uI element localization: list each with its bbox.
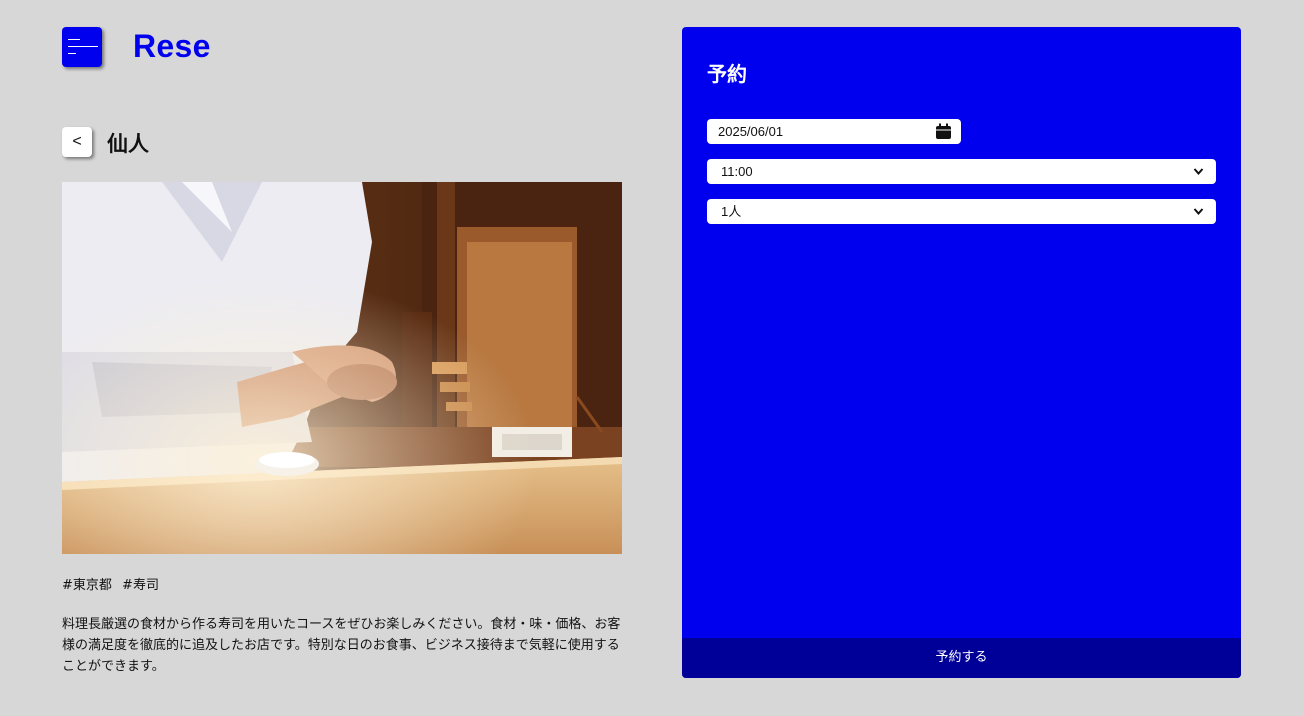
calendar-icon[interactable]	[935, 123, 952, 140]
tag-area[interactable]: #東京都	[62, 578, 112, 593]
shop-name: 仙人	[107, 132, 149, 156]
reserve-button[interactable]: 予約する	[682, 638, 1241, 678]
number-value: 1人	[721, 204, 742, 219]
shop-image	[62, 182, 622, 554]
reservation-title: 予約	[707, 62, 747, 86]
date-input[interactable]: 2025/06/01	[707, 119, 961, 144]
number-select[interactable]: 1人	[707, 199, 1216, 224]
time-value: 11:00	[721, 164, 753, 179]
tag-genre[interactable]: #寿司	[122, 578, 159, 593]
hamburger-menu-icon	[68, 39, 80, 40]
menu-button[interactable]	[62, 27, 102, 67]
shop-tags: #東京都 #寿司	[62, 574, 165, 593]
app-logo: Rese	[133, 28, 211, 64]
chevron-down-icon	[1193, 168, 1204, 176]
back-button[interactable]: <	[62, 127, 92, 157]
reservation-panel: 予約 2025/06/01 11:00 1人 予約する	[682, 27, 1241, 678]
time-select[interactable]: 11:00	[707, 159, 1216, 184]
shop-description: 料理長厳選の食材から作る寿司を用いたコースをぜひお楽しみください。食材・味・価格…	[62, 617, 621, 674]
date-value: 2025/06/01	[718, 124, 784, 139]
chevron-down-icon	[1193, 208, 1204, 216]
